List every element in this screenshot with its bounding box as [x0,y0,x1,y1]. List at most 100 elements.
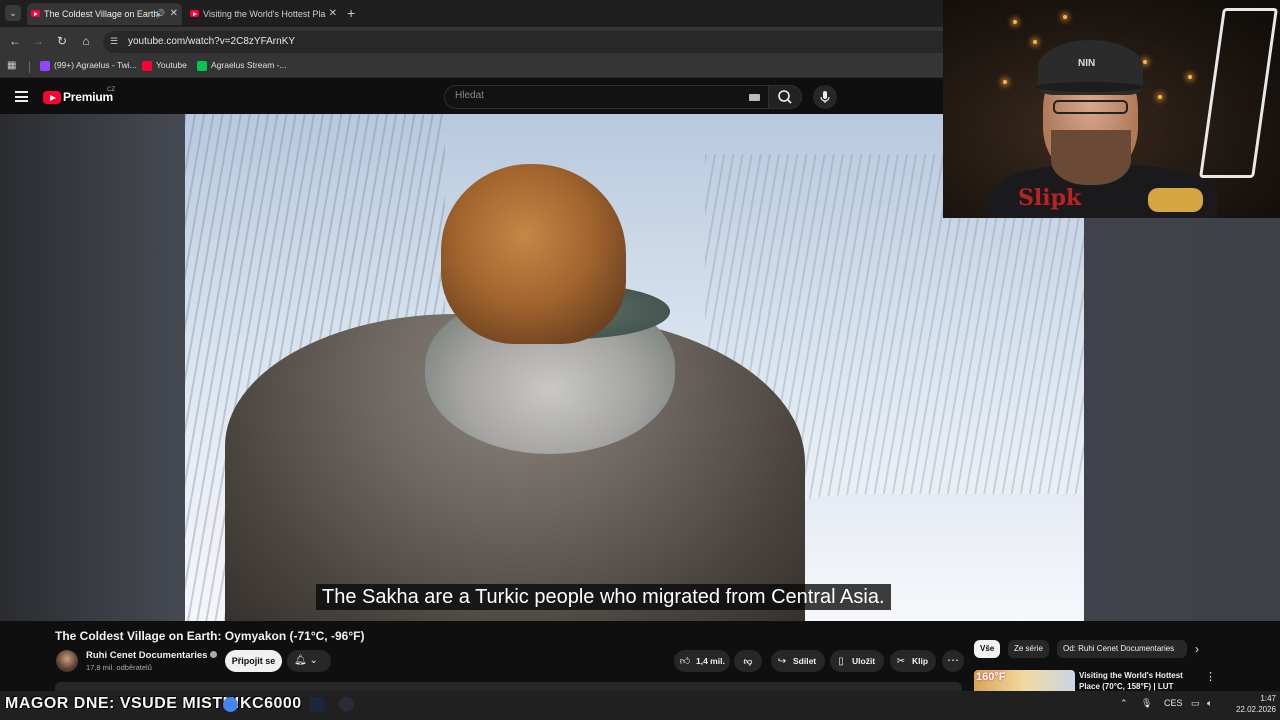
menu-icon[interactable] [15,91,28,102]
like-button[interactable]: 👍︎ 1,4 mil. [674,650,730,672]
string-light [1158,95,1162,99]
clip-button[interactable]: ✂ Klip [890,650,936,672]
verified-icon [210,651,218,658]
string-light [1063,15,1067,19]
youtube-logo-text[interactable]: Premium [63,90,113,104]
search-input[interactable] [455,90,735,101]
tab-title: The Coldest Village on Earth [44,9,159,19]
more-actions-button[interactable]: ⋯ [942,650,964,672]
string-light [1033,40,1037,44]
white-chair [1199,8,1278,178]
beard [1051,130,1131,185]
browser-nav-bar: ← → ↻ ⌂ ☰ youtube.com/watch?v=2C8zYFArnK… [0,27,943,56]
youtube-header: Premium CZ [0,81,943,114]
youtube-favicon-icon [31,10,40,17]
ticker-tail-text: KC6000 [240,695,302,712]
recommendation-thumbnail[interactable]: 160°F [974,670,1075,691]
string-light [1013,20,1017,24]
steam-icon[interactable] [309,697,324,712]
ticker-text: MAGOR DNE: VSUDE MISTNI [5,695,240,712]
address-bar[interactable]: ☰ youtube.com/watch?v=2C8zYFArnKY [103,31,943,53]
dislike-button[interactable]: 👎︎ [734,650,762,672]
clock-time: 1:47 [1260,694,1276,703]
youtube-favicon-icon [190,10,199,17]
video-subtitle: The Sakha are a Turkic people who migrat… [316,584,891,610]
thumbs-down-icon: 👎︎ [743,656,753,666]
channel-avatar[interactable] [56,650,78,672]
tab-title: Visiting the World's Hottest Pla [203,9,326,19]
keyboard-icon[interactable] [749,94,760,101]
speaker-icon[interactable]: 🔊 [155,3,165,25]
save-button[interactable]: ▯ Uložit [830,650,884,672]
thumbs-up-icon: 👍︎ [679,656,691,667]
thumbnail-text: 160°F [976,671,1006,683]
youtube-icon [142,61,152,71]
cap-brim [1035,82,1145,92]
region-code: CZ [107,87,115,93]
video-title: The Coldest Village on Earth: Oymyakon (… [55,629,365,643]
forward-arrow-icon[interactable]: → [30,34,46,48]
site-info-icon[interactable]: ☰ [110,36,118,47]
bookmark-label: (99+) Agraelus - Twi... [54,60,137,70]
url-text: youtube.com/watch?v=2C8zYFArnKY [128,36,296,47]
clock-date: 22.02.2026 [1235,705,1276,714]
clip-label: Klip [912,656,929,666]
twitch-icon [40,61,50,71]
recommendation-title[interactable]: Visiting the World's Hottest Place (70°C… [1079,670,1189,691]
bell-icon: 🔔︎ [294,655,307,666]
search-button[interactable] [768,85,802,109]
string-light [1188,75,1192,79]
scissors-icon: ✂ [896,656,906,667]
channel-name-text[interactable]: Ruhi Cenet Documentaries [86,650,207,661]
volume-icon[interactable]: 🔈︎ [1207,698,1212,709]
search-icon [778,90,792,104]
close-tab-icon[interactable]: ✕ [170,3,178,25]
obs-icon[interactable] [339,697,354,712]
tray-chevron-icon[interactable]: ⌃ [1120,698,1128,709]
home-icon[interactable]: ⌂ [78,34,94,48]
share-label: Sdílet [793,656,817,666]
fur-hat [441,164,626,344]
bookmark-label: Agraelus Stream -... [211,60,287,70]
subscriber-count: 17,8 mil. odběratelů [86,663,152,672]
youtube-logo-icon[interactable] [43,91,61,104]
string-light [1143,60,1147,64]
reload-icon[interactable]: ↻ [54,34,70,48]
bookmark-stream[interactable]: Agraelus Stream -... [197,60,287,71]
channel-name[interactable]: Ruhi Cenet Documentaries [86,650,218,661]
tab-coldest-village[interactable]: The Coldest Village on Earth 🔊 ✕ [27,3,182,25]
mic-tray-icon[interactable]: 🎙︎ [1141,698,1152,709]
chevron-down-icon: ⌄ [309,655,318,666]
apps-grid-icon[interactable]: ▦ [7,60,16,71]
input-language[interactable]: CES [1164,698,1183,708]
shirt-logo-text: Slipk [1018,185,1082,211]
kebab-menu-icon[interactable]: ⋮ [1205,670,1216,683]
close-tab-icon[interactable]: ✕ [329,3,337,25]
search-box[interactable] [444,85,769,109]
chevron-right-icon[interactable]: › [1195,642,1199,656]
chrome-icon[interactable] [223,697,238,712]
bookmark-twitch[interactable]: (99+) Agraelus - Twi... [40,60,137,71]
bookmark-icon: ▯ [838,656,844,667]
share-icon: ↪ [777,656,787,667]
back-arrow-icon[interactable]: ← [7,34,23,48]
notifications-button[interactable]: 🔔︎ ⌄ [287,650,331,672]
voice-search-button[interactable] [813,85,837,109]
chip-series[interactable]: Ze série [1008,640,1049,658]
tab-hottest-place[interactable]: Visiting the World's Hottest Pla ✕ [186,3,341,25]
streamer-webcam: Slipk NIN [943,0,1280,218]
cap-logo-text: NIN [1078,58,1096,69]
bookmark-label: Youtube [156,60,187,70]
system-clock[interactable]: 1:47 22.02.2026 [1228,693,1276,715]
share-button[interactable]: ↪ Sdílet [771,650,825,672]
new-tab-button[interactable]: + [347,5,355,21]
like-count: 1,4 mil. [696,656,725,666]
join-button[interactable]: Připojit se [225,650,282,672]
glasses [1053,100,1128,114]
stream-ticker: MAGOR DNE: VSUDE MISTNI [5,695,240,713]
tab-search-button[interactable]: ⌄ [5,5,21,21]
chip-from-channel[interactable]: Od: Ruhi Cenet Documentaries [1057,640,1187,658]
chip-all[interactable]: Vše [974,640,1001,658]
network-icon[interactable]: ▭ [1191,698,1200,709]
bookmark-youtube[interactable]: Youtube [142,60,187,71]
